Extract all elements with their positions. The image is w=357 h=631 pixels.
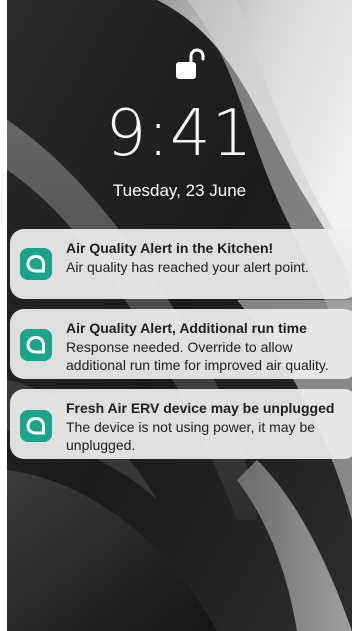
unlocked-padlock-icon: [176, 48, 205, 79]
notification-title: Air Quality Alert in the Kitchen!: [66, 240, 274, 256]
notification-card[interactable]: Air Quality Alert in the Kitchen! Air qu…: [10, 229, 352, 299]
speech-bubble-icon: [20, 329, 52, 361]
notification-card[interactable]: Air Quality Alert, Additional run time R…: [10, 309, 352, 379]
notification-card[interactable]: Fresh Air ERV device may be unplugged Th…: [10, 389, 352, 459]
notification-body: The device is not using power, it may be…: [66, 419, 316, 453]
notification-body: Air quality has reached your alert point…: [66, 259, 309, 275]
notification-title: Fresh Air ERV device may be unplugged: [66, 400, 335, 416]
notification-title: Air Quality Alert, Additional run time: [66, 320, 307, 336]
lock-screen: 9:41 Tuesday, 23 June Air Quality Alert …: [7, 0, 352, 631]
lock-screen-time: 9:41: [105, 97, 254, 171]
speech-bubble-icon: [20, 410, 52, 442]
lock-screen-date: Tuesday, 23 June: [112, 181, 247, 200]
speech-bubble-icon: [20, 248, 52, 280]
notification-body: Response needed. Override to allow addit…: [66, 339, 329, 373]
